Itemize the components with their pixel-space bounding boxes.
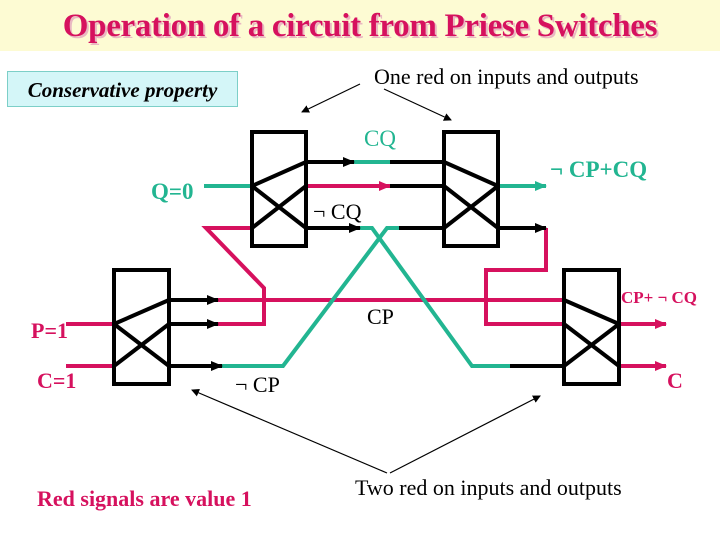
one-red-annotation: One red on inputs and outputs: [374, 64, 639, 89]
label-cp: CP: [367, 304, 394, 329]
wire-not-cp-cross: [222, 226, 399, 368]
label-out-c: C: [667, 368, 683, 393]
one-red-arrow-right: [383, 88, 452, 121]
switch-top-left: [250, 130, 308, 248]
switch-bottom-right: [562, 268, 621, 386]
label-out-cp-plus-not-cq: CP+ ¬ CQ: [621, 288, 698, 307]
one-red-arrow-left: [301, 83, 361, 113]
black-wires: [169, 157, 564, 371]
label-p-input: P=1: [31, 318, 68, 343]
switch-bottom-left: [112, 268, 171, 386]
two-red-annotation: Two red on inputs and outputs: [355, 475, 622, 500]
label-not-cq: ¬ CQ: [313, 199, 362, 224]
label-c-input: C=1: [37, 368, 77, 393]
label-out-not-cp-plus-cq: ¬ CP+CQ: [550, 157, 648, 182]
label-q-input: Q=0: [151, 179, 194, 204]
two-red-arrow-right: [389, 395, 541, 474]
switch-top-right: [442, 130, 500, 248]
two-red-arrow-left: [191, 389, 388, 474]
legend-red-signals: Red signals are value 1: [37, 486, 252, 511]
label-not-cp: ¬ CP: [235, 372, 280, 397]
wire-cp-to-switch-a: [201, 226, 266, 326]
label-cq: CQ: [364, 126, 396, 151]
